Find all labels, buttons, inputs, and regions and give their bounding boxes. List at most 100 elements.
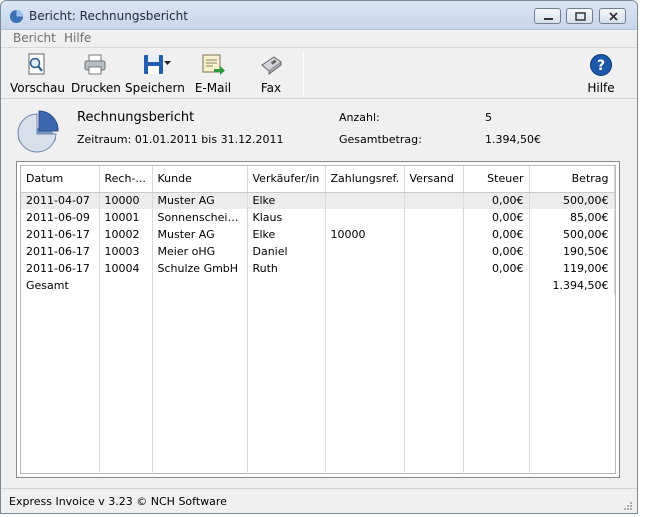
email-label: E-Mail bbox=[194, 81, 232, 95]
cell-datum: 2011-06-09 bbox=[21, 209, 100, 226]
cell-betrag: 1.394,50€ bbox=[529, 277, 615, 294]
cell-verkaeufer bbox=[247, 277, 326, 294]
fax-button[interactable]: Fax bbox=[252, 52, 290, 95]
cell-betrag: 500,00€ bbox=[529, 226, 615, 243]
menu-bericht[interactable]: Bericht bbox=[13, 31, 56, 45]
cell-verkaeufer: Klaus bbox=[247, 209, 326, 226]
hilfe-button[interactable]: ? Hilfe bbox=[585, 52, 617, 95]
report-header: Rechnungsbericht Zeitraum: 01.01.2011 bi… bbox=[1, 98, 637, 155]
cell-versand bbox=[404, 192, 464, 209]
column-header-steuer[interactable]: Steuer bbox=[463, 166, 530, 193]
app-icon bbox=[9, 9, 24, 24]
fax-icon bbox=[261, 56, 282, 75]
cell-zahlungsref bbox=[325, 192, 405, 209]
cell-rechnung: 10002 bbox=[99, 226, 153, 243]
column-header-versand[interactable]: Versand bbox=[404, 166, 464, 193]
cell-versand bbox=[404, 277, 464, 294]
cell-kunde: Schulze GmbH bbox=[152, 260, 248, 277]
count-label: Anzahl: bbox=[339, 111, 380, 124]
cell-datum: Gesamt bbox=[21, 277, 100, 294]
cell-kunde: Sonnenschein ... bbox=[152, 209, 248, 226]
close-icon bbox=[609, 12, 618, 21]
cell-rechnung: 10001 bbox=[99, 209, 153, 226]
window-title: Bericht: Rechnungsbericht bbox=[29, 9, 188, 23]
fax-label: Fax bbox=[260, 81, 282, 95]
toolbar-separator bbox=[303, 52, 304, 96]
status-bar: Express Invoice v 3.23 © NCH Software bbox=[1, 488, 637, 513]
cell-rechnung: 10004 bbox=[99, 260, 153, 277]
column-header-verkaeufer[interactable]: Verkäufer/in bbox=[247, 166, 326, 193]
column-header-zahlungsref[interactable]: Zahlungsref. bbox=[325, 166, 405, 193]
cell-betrag: 85,00€ bbox=[529, 209, 615, 226]
table-row[interactable]: 2011-06-09 10001 Sonnenschein ... Klaus … bbox=[21, 209, 615, 226]
table-row[interactable]: 2011-04-07 10000 Muster AG Elke 0,00€ 50… bbox=[21, 192, 615, 209]
total-value: 1.394,50€ bbox=[485, 133, 541, 146]
cell-datum: 2011-06-17 bbox=[21, 260, 100, 277]
table-header-row: Datum Rech-... Kunde Verkäufer/in Zahlun… bbox=[21, 166, 615, 193]
cell-zahlungsref: 10000 bbox=[325, 226, 405, 243]
column-header-rechnung[interactable]: Rech-... bbox=[99, 166, 153, 193]
maximize-icon bbox=[575, 12, 586, 21]
cell-zahlungsref bbox=[325, 277, 405, 294]
report-pie-icon bbox=[17, 110, 59, 153]
cell-verkaeufer: Elke bbox=[247, 192, 326, 209]
cell-kunde: Meier oHG bbox=[152, 243, 248, 260]
cell-rechnung: 10000 bbox=[99, 192, 153, 209]
cell-steuer: 0,00€ bbox=[463, 243, 530, 260]
table-row[interactable]: 2011-06-17 10004 Schulze GmbH Ruth 0,00€… bbox=[21, 260, 615, 277]
toolbar: Vorschau Drucken Speichern E-Mail Fax ? … bbox=[1, 47, 637, 97]
drucken-button[interactable]: Drucken bbox=[71, 52, 121, 95]
cell-versand bbox=[404, 260, 464, 277]
table-total-row[interactable]: Gesamt 1.394,50€ bbox=[21, 277, 615, 294]
status-text: Express Invoice v 3.23 © NCH Software bbox=[9, 495, 227, 508]
help-icon: ? bbox=[590, 54, 612, 76]
cell-versand bbox=[404, 243, 464, 260]
menu-bar: Bericht Hilfe bbox=[1, 30, 637, 47]
cell-rechnung: 10003 bbox=[99, 243, 153, 260]
column-header-betrag[interactable]: Betrag bbox=[529, 166, 615, 193]
cell-verkaeufer: Ruth bbox=[247, 260, 326, 277]
cell-steuer: 0,00€ bbox=[463, 209, 530, 226]
email-button[interactable]: E-Mail bbox=[191, 52, 235, 95]
column-header-kunde[interactable]: Kunde bbox=[152, 166, 248, 193]
total-label: Gesamtbetrag: bbox=[339, 133, 422, 146]
printer-icon bbox=[84, 54, 106, 75]
cell-datum: 2011-06-17 bbox=[21, 226, 100, 243]
speichern-label: Speichern bbox=[125, 81, 185, 95]
table-row[interactable]: 2011-06-17 10002 Muster AG Elke 10000 0,… bbox=[21, 226, 615, 243]
cell-steuer: 0,00€ bbox=[463, 192, 530, 209]
close-button[interactable] bbox=[599, 8, 626, 24]
cell-steuer: 0,00€ bbox=[463, 226, 530, 243]
resize-grip-icon[interactable] bbox=[623, 501, 633, 511]
report-date-range: Zeitraum: 01.01.2011 bis 31.12.2011 bbox=[77, 133, 284, 146]
report-table-frame: Datum Rech-... Kunde Verkäufer/in Zahlun… bbox=[16, 161, 620, 478]
title-bar[interactable]: Bericht: Rechnungsbericht bbox=[1, 1, 637, 30]
report-table-container[interactable]: Datum Rech-... Kunde Verkäufer/in Zahlun… bbox=[20, 165, 616, 474]
drucken-label: Drucken bbox=[71, 81, 121, 95]
vorschau-label: Vorschau bbox=[10, 81, 65, 95]
hilfe-label: Hilfe bbox=[587, 81, 615, 95]
cell-steuer bbox=[463, 277, 530, 294]
report-table: Datum Rech-... Kunde Verkäufer/in Zahlun… bbox=[21, 166, 615, 294]
email-icon bbox=[202, 54, 225, 75]
chevron-down-icon[interactable] bbox=[164, 61, 172, 67]
column-header-datum[interactable]: Datum bbox=[21, 166, 100, 193]
cell-steuer: 0,00€ bbox=[463, 260, 530, 277]
minimize-button[interactable] bbox=[534, 8, 561, 24]
report-title: Rechnungsbericht bbox=[77, 110, 195, 125]
cell-datum: 2011-06-17 bbox=[21, 243, 100, 260]
cell-versand bbox=[404, 209, 464, 226]
table-row[interactable]: 2011-06-17 10003 Meier oHG Daniel 0,00€ … bbox=[21, 243, 615, 260]
cell-datum: 2011-04-07 bbox=[21, 192, 100, 209]
report-window: Bericht: Rechnungsbericht Bericht Hilfe … bbox=[0, 0, 638, 514]
maximize-button[interactable] bbox=[566, 8, 593, 24]
menu-hilfe[interactable]: Hilfe bbox=[64, 31, 91, 45]
speichern-button[interactable]: Speichern bbox=[125, 52, 185, 95]
cell-rechnung bbox=[99, 277, 153, 294]
cell-betrag: 190,50€ bbox=[529, 243, 615, 260]
cell-kunde: Muster AG bbox=[152, 226, 248, 243]
cell-verkaeufer: Elke bbox=[247, 226, 326, 243]
count-value: 5 bbox=[485, 111, 492, 124]
cell-kunde: Muster AG bbox=[152, 192, 248, 209]
vorschau-button[interactable]: Vorschau bbox=[10, 52, 65, 95]
